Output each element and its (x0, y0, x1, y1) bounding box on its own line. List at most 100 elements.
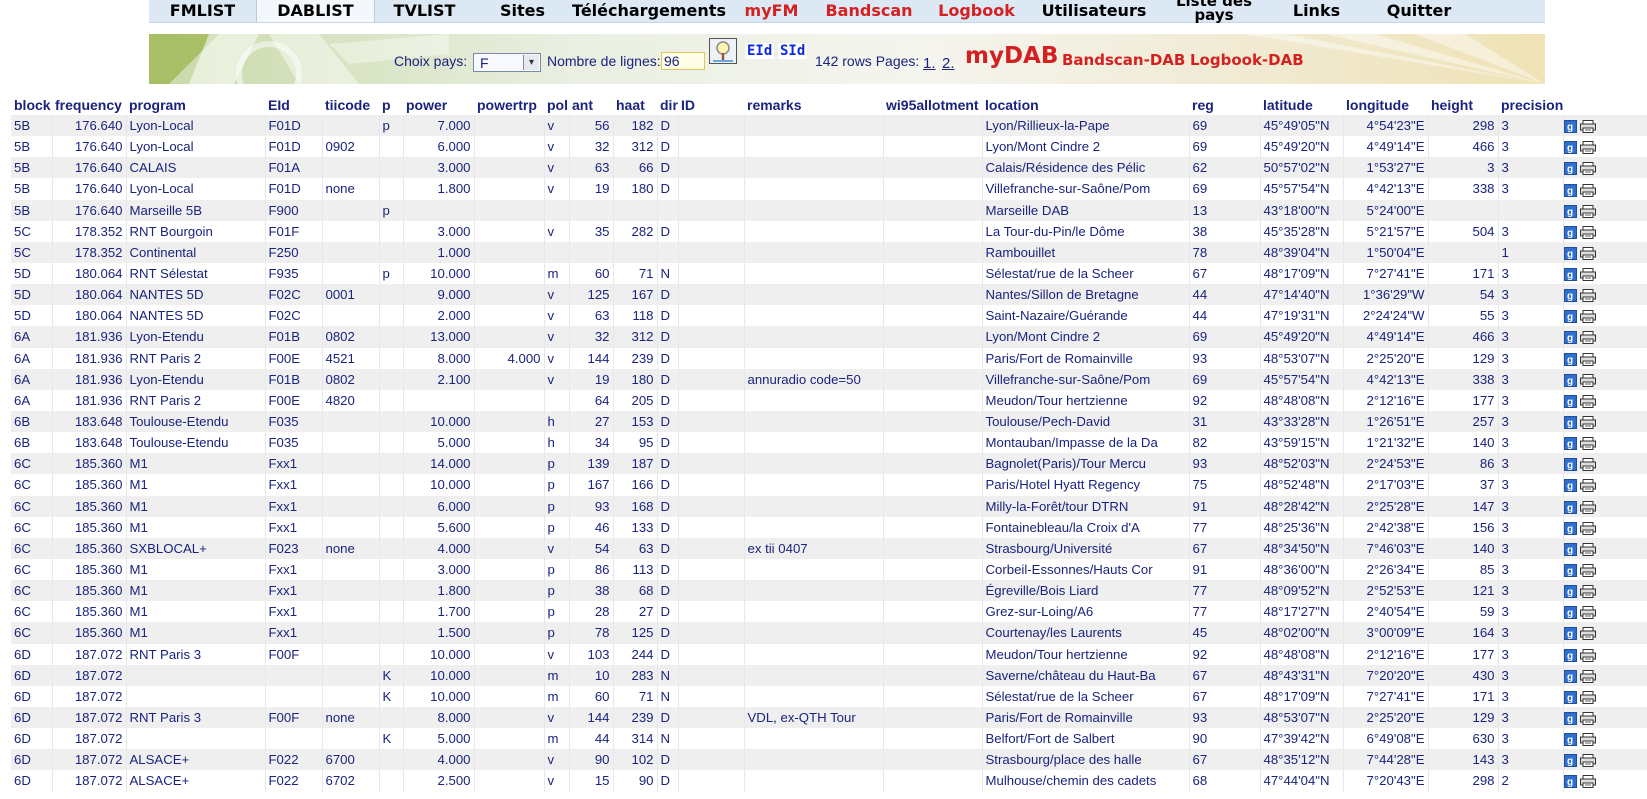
column-header-pol[interactable]: pol (544, 94, 569, 115)
column-header-ID[interactable]: ID (678, 94, 744, 115)
print-icon[interactable] (1579, 162, 1596, 176)
page-link-2[interactable]: 2. (942, 55, 955, 72)
search-button[interactable] (709, 38, 737, 64)
nav-fmlist[interactable]: FMLIST (149, 0, 256, 22)
table-row[interactable]: 6D 187.072 K 5.000 m 44 314 N Belfort/Fort de Sa… (11, 728, 1647, 750)
column-header-remarks[interactable]: remarks (744, 94, 883, 115)
column-header-frequency[interactable]: frequency (52, 94, 126, 115)
table-row[interactable]: 5D 180.064 NANTES 5D F02C 2.000 v 63 118 D Saint-… (11, 305, 1647, 327)
column-header-block[interactable]: block (11, 94, 52, 115)
google-maps-icon[interactable]: g (1563, 521, 1577, 535)
google-maps-icon[interactable]: g (1563, 648, 1577, 662)
column-header-height[interactable]: height (1428, 94, 1498, 115)
google-maps-icon[interactable]: g (1563, 627, 1577, 641)
column-header-haat[interactable]: haat (613, 94, 657, 115)
table-row[interactable]: 6C 185.360 M1 Fxx1 5.600 p 46 133 D Fontainebleau… (11, 516, 1647, 538)
print-icon[interactable] (1579, 564, 1596, 578)
google-maps-icon[interactable]: g (1563, 669, 1577, 683)
nav-myfm[interactable]: myFM (729, 0, 814, 22)
print-icon[interactable] (1579, 585, 1596, 599)
column-header-powertrp[interactable]: powertrp (474, 94, 544, 115)
google-maps-icon[interactable]: g (1563, 268, 1577, 282)
eid-link[interactable]: EId (745, 43, 775, 59)
google-maps-icon[interactable]: g (1563, 690, 1577, 704)
google-maps-icon[interactable]: g (1563, 289, 1577, 303)
column-header-location[interactable]: location (982, 94, 1189, 115)
table-row[interactable]: 5C 178.352 RNT Bourgoin F01F 3.000 v 35 282 D La … (11, 220, 1647, 242)
table-row[interactable]: 6D 187.072 K 10.000 m 60 71 N Sélestat/rue de la… (11, 685, 1647, 707)
column-header-latitude[interactable]: latitude (1260, 94, 1343, 115)
print-icon[interactable] (1579, 690, 1596, 704)
table-row[interactable]: 6C 185.360 M1 Fxx1 1.700 p 28 27 D Grez-sur-Loing… (11, 601, 1647, 623)
column-header-precision[interactable]: precision (1498, 94, 1563, 115)
table-row[interactable]: 6B 183.648 Toulouse-Etendu F035 5.000 h 34 95 D M… (11, 432, 1647, 454)
print-icon[interactable] (1579, 310, 1596, 324)
column-header-dir[interactable]: dir (657, 94, 678, 115)
country-select[interactable]: F ▾ (473, 53, 541, 72)
rows-input[interactable]: 96 (661, 52, 705, 70)
print-icon[interactable] (1579, 373, 1596, 387)
google-maps-icon[interactable]: g (1563, 331, 1577, 345)
table-row[interactable]: 5D 180.064 NANTES 5D F02C 0001 9.000 v 125 167 D N… (11, 284, 1647, 306)
bandscan-dab-link[interactable]: Bandscan-DAB (1062, 51, 1185, 69)
table-row[interactable]: 5B 176.640 CALAIS F01A 3.000 v 63 66 D Calais/Rés… (11, 157, 1647, 179)
column-header-power[interactable]: power (403, 94, 474, 115)
google-maps-icon[interactable]: g (1563, 310, 1577, 324)
table-row[interactable]: 6C 185.360 M1 Fxx1 10.000 p 167 166 D Paris/Hotel… (11, 474, 1647, 496)
print-icon[interactable] (1579, 500, 1596, 514)
google-maps-icon[interactable]: g (1563, 754, 1577, 768)
print-icon[interactable] (1579, 141, 1596, 155)
google-maps-icon[interactable]: g (1563, 606, 1577, 620)
logbook-dab-link[interactable]: Logbook-DAB (1190, 51, 1304, 69)
print-icon[interactable] (1579, 394, 1596, 408)
print-icon[interactable] (1579, 352, 1596, 366)
google-maps-icon[interactable]: g (1563, 500, 1577, 514)
google-maps-icon[interactable]: g (1563, 564, 1577, 578)
table-row[interactable]: 6A 181.936 RNT Paris 2 F00E 4820 64 205 D Meudon… (11, 389, 1647, 411)
table-row[interactable]: 6D 187.072 ALSACE+ F022 6700 4.000 v 90 102 D Stra… (11, 749, 1647, 771)
google-maps-icon[interactable]: g (1563, 733, 1577, 747)
print-icon[interactable] (1579, 268, 1596, 282)
print-icon[interactable] (1579, 733, 1596, 747)
print-icon[interactable] (1579, 627, 1596, 641)
table-row[interactable]: 6C 185.360 SXBLOCAL+ F023 none 4.000 v 54 63 Dex … (11, 537, 1647, 559)
column-header-wi95allotment[interactable]: wi95allotment (883, 94, 982, 115)
print-icon[interactable] (1579, 458, 1596, 472)
table-row[interactable]: 6B 183.648 Toulouse-Etendu F035 10.000 h 27 153… (11, 410, 1647, 433)
google-maps-icon[interactable]: g (1563, 246, 1577, 260)
table-row[interactable]: 6D 187.072 K 10.000 m 10 283 N Saverne/château d… (11, 664, 1647, 686)
google-maps-icon[interactable]: g (1563, 394, 1577, 408)
google-maps-icon[interactable]: g (1563, 712, 1577, 726)
print-icon[interactable] (1579, 437, 1596, 451)
google-maps-icon[interactable]: g (1563, 437, 1577, 451)
sid-link[interactable]: SId (778, 43, 808, 59)
nav-quitter[interactable]: Quitter (1364, 0, 1474, 22)
print-icon[interactable] (1579, 416, 1596, 430)
print-icon[interactable] (1579, 669, 1596, 683)
mydab-link[interactable]: myDAB (965, 43, 1058, 69)
nav-logbook[interactable]: Logbook (924, 0, 1029, 22)
table-row[interactable]: 5D 180.064 RNT Sélestat F935 p 10.000 m 60 71 N Sé… (11, 262, 1647, 285)
print-icon[interactable] (1579, 606, 1596, 620)
nav-utilisateurs[interactable]: Utilisateurs (1029, 0, 1159, 22)
print-icon[interactable] (1579, 120, 1596, 134)
google-maps-icon[interactable]: g (1563, 204, 1577, 218)
print-icon[interactable] (1579, 204, 1596, 218)
print-icon[interactable] (1579, 289, 1596, 303)
column-header-EId[interactable]: EId (265, 94, 322, 115)
nav-sites[interactable]: Sites (476, 0, 569, 22)
google-maps-icon[interactable]: g (1563, 479, 1577, 493)
table-row[interactable]: 5B 176.640 Lyon-Local F01D 0902 6.000 v 32 312 D L… (11, 136, 1647, 158)
table-row[interactable]: 6A 181.936 Lyon-Etendu F01B 0802 2.100 v 19 180 D… (11, 368, 1647, 390)
column-header-p[interactable]: p (379, 94, 403, 115)
table-row[interactable]: 5B 176.640 Marseille 5B F900 p Marseille DAB 1… (11, 199, 1647, 221)
chevron-down-icon[interactable]: ▾ (523, 55, 539, 70)
google-maps-icon[interactable]: g (1563, 120, 1577, 134)
table-row[interactable]: 6D 187.072 ALSACE+ F022 6702 2.500 v 15 90 D Mulho… (11, 770, 1647, 792)
table-row[interactable]: 6A 181.936 RNT Paris 2 F00E 4521 8.000 4.000 v 1… (11, 347, 1647, 369)
table-row[interactable]: 6C 185.360 M1 Fxx1 3.000 p 86 113 D Corbeil-Esson… (11, 558, 1647, 581)
column-header-ant[interactable]: ant (569, 94, 613, 115)
table-row[interactable]: 5C 178.352 Continental F250 1.000 Rambouillet… (11, 241, 1647, 263)
table-row[interactable]: 6C 185.360 M1 Fxx1 14.000 p 139 187 D Bagnolet(Pa… (11, 453, 1647, 475)
google-maps-icon[interactable]: g (1563, 585, 1577, 599)
